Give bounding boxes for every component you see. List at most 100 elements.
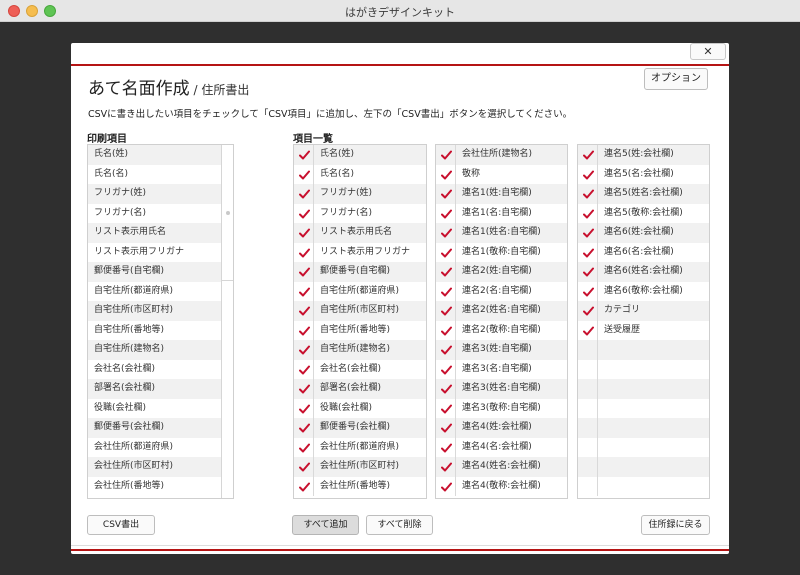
item-list-row[interactable]: 連名2(名:自宅欄) xyxy=(436,281,567,301)
item-list-row[interactable]: 部署名(会社欄) xyxy=(294,379,426,399)
item-list-row[interactable]: リスト表示用氏名 xyxy=(294,223,426,243)
item-list-row[interactable]: 連名5(姓:会社欄) xyxy=(578,145,709,165)
checkbox-cell[interactable] xyxy=(436,164,456,184)
checkbox-cell[interactable] xyxy=(436,301,456,321)
checkbox-cell[interactable] xyxy=(294,281,314,301)
item-list-row[interactable]: 自宅住所(市区町村) xyxy=(294,301,426,321)
remove-all-button[interactable]: すべて削除 xyxy=(366,515,433,535)
item-list-row[interactable]: 連名5(敬称:会社欄) xyxy=(578,203,709,223)
checkbox-cell[interactable] xyxy=(436,398,456,418)
print-item-row[interactable]: 郵便番号(自宅欄) xyxy=(88,262,221,282)
checkbox-cell[interactable] xyxy=(436,281,456,301)
checkbox-cell[interactable] xyxy=(436,242,456,262)
print-item-row[interactable]: フリガナ(名) xyxy=(88,204,221,224)
checkbox-cell[interactable] xyxy=(436,359,456,379)
print-item-row[interactable]: 会社名(会社欄) xyxy=(88,360,221,380)
print-item-row[interactable]: 会社住所(都道府県) xyxy=(88,438,221,458)
item-list-row[interactable]: 会社住所(建物名) xyxy=(436,145,567,165)
print-item-row[interactable]: 会社住所(番地等) xyxy=(88,477,221,497)
checkbox-cell[interactable] xyxy=(294,476,314,496)
print-item-row[interactable]: フリガナ(姓) xyxy=(88,184,221,204)
checkbox-cell[interactable] xyxy=(436,203,456,223)
item-list-row[interactable]: 連名3(姓:自宅欄) xyxy=(436,340,567,360)
item-list-row[interactable]: 自宅住所(建物名) xyxy=(294,340,426,360)
print-item-row[interactable]: 氏名(名) xyxy=(88,165,221,185)
item-list-row[interactable]: 連名6(敬称:会社欄) xyxy=(578,281,709,301)
item-list-row[interactable]: 連名4(姓:会社欄) xyxy=(436,418,567,438)
item-list-row[interactable]: 連名1(姓名:自宅欄) xyxy=(436,223,567,243)
item-list-row[interactable]: 連名4(敬称:会社欄) xyxy=(436,476,567,496)
item-list-row[interactable]: 連名6(名:会社欄) xyxy=(578,242,709,262)
checkbox-cell[interactable] xyxy=(578,184,598,204)
checkbox-cell[interactable] xyxy=(578,320,598,340)
print-item-row[interactable]: 会社住所(市区町村) xyxy=(88,457,221,477)
csv-export-button[interactable]: CSV書出 xyxy=(87,515,155,535)
item-list-row[interactable]: 連名5(姓名:会社欄) xyxy=(578,184,709,204)
dialog-close-button[interactable]: ✕ xyxy=(690,43,726,60)
item-list-row[interactable]: 会社住所(市区町村) xyxy=(294,457,426,477)
print-item-row[interactable]: 郵便番号(会社欄) xyxy=(88,418,221,438)
print-item-row[interactable]: リスト表示用フリガナ xyxy=(88,243,221,263)
item-list-column-3[interactable]: 連名5(姓:会社欄) 連名5(名:会社欄) 連名5(姓名:会社欄) 連名5(敬称:会社… xyxy=(577,144,710,499)
checkbox-cell[interactable] xyxy=(436,145,456,165)
checkbox-cell[interactable] xyxy=(294,457,314,477)
item-list-row[interactable]: 氏名(名) xyxy=(294,164,426,184)
checkbox-cell[interactable] xyxy=(294,145,314,165)
option-button[interactable]: オプション xyxy=(644,68,708,90)
checkbox-cell[interactable] xyxy=(578,379,598,399)
add-all-button[interactable]: すべて追加 xyxy=(292,515,359,535)
print-item-row[interactable]: 役職(会社欄) xyxy=(88,399,221,419)
item-list-row[interactable]: 自宅住所(都道府県) xyxy=(294,281,426,301)
checkbox-cell[interactable] xyxy=(578,281,598,301)
checkbox-cell[interactable] xyxy=(436,437,456,457)
checkbox-cell[interactable] xyxy=(294,242,314,262)
item-list-row[interactable] xyxy=(578,437,709,457)
print-item-row[interactable]: 自宅住所(建物名) xyxy=(88,340,221,360)
checkbox-cell[interactable] xyxy=(294,301,314,321)
checkbox-cell[interactable] xyxy=(578,398,598,418)
item-list-row[interactable]: 連名4(名:会社欄) xyxy=(436,437,567,457)
item-list-row[interactable]: 連名1(名:自宅欄) xyxy=(436,203,567,223)
item-list-row[interactable] xyxy=(578,379,709,399)
print-item-row[interactable]: リスト表示用氏名 xyxy=(88,223,221,243)
item-list-row[interactable]: 会社住所(都道府県) xyxy=(294,437,426,457)
item-list-row[interactable]: 連名2(姓:自宅欄) xyxy=(436,262,567,282)
print-item-row[interactable]: 部署名(会社欄) xyxy=(88,379,221,399)
item-list-row[interactable]: カテゴリ xyxy=(578,301,709,321)
item-list-row[interactable]: 連名2(姓名:自宅欄) xyxy=(436,301,567,321)
print-item-row[interactable]: 自宅住所(都道府県) xyxy=(88,282,221,302)
checkbox-cell[interactable] xyxy=(578,203,598,223)
print-item-row[interactable]: 自宅住所(番地等) xyxy=(88,321,221,341)
checkbox-cell[interactable] xyxy=(578,457,598,477)
checkbox-cell[interactable] xyxy=(578,359,598,379)
back-to-address-book-button[interactable]: 住所録に戻る xyxy=(641,515,710,535)
checkbox-cell[interactable] xyxy=(436,457,456,477)
item-list-row[interactable] xyxy=(578,359,709,379)
checkbox-cell[interactable] xyxy=(436,223,456,243)
item-list-row[interactable] xyxy=(578,398,709,418)
item-list-row[interactable]: 郵便番号(自宅欄) xyxy=(294,262,426,282)
item-list-row[interactable]: 役職(会社欄) xyxy=(294,398,426,418)
print-item-row[interactable]: 自宅住所(市区町村) xyxy=(88,301,221,321)
print-items-list[interactable]: 氏名(姓) 氏名(名) フリガナ(姓) フリガナ(名) リスト表示用氏名 リスト表示用フリ… xyxy=(87,144,234,499)
item-list-row[interactable] xyxy=(578,476,709,496)
checkbox-cell[interactable] xyxy=(294,320,314,340)
checkbox-cell[interactable] xyxy=(294,359,314,379)
checkbox-cell[interactable] xyxy=(294,223,314,243)
checkbox-cell[interactable] xyxy=(294,398,314,418)
checkbox-cell[interactable] xyxy=(578,262,598,282)
item-list-row[interactable]: 連名1(敬称:自宅欄) xyxy=(436,242,567,262)
checkbox-cell[interactable] xyxy=(578,164,598,184)
checkbox-cell[interactable] xyxy=(294,418,314,438)
checkbox-cell[interactable] xyxy=(578,223,598,243)
item-list-column-1[interactable]: 氏名(姓) 氏名(名) フリガナ(姓) フリガナ(名) リスト表示用氏名 リスト表示用フリ… xyxy=(293,144,427,499)
checkbox-cell[interactable] xyxy=(294,184,314,204)
item-list-row[interactable]: リスト表示用フリガナ xyxy=(294,242,426,262)
item-list-row[interactable]: フリガナ(姓) xyxy=(294,184,426,204)
item-list-row[interactable]: 敬称 xyxy=(436,164,567,184)
checkbox-cell[interactable] xyxy=(578,242,598,262)
checkbox-cell[interactable] xyxy=(578,340,598,360)
checkbox-cell[interactable] xyxy=(578,301,598,321)
checkbox-cell[interactable] xyxy=(436,340,456,360)
checkbox-cell[interactable] xyxy=(578,145,598,165)
